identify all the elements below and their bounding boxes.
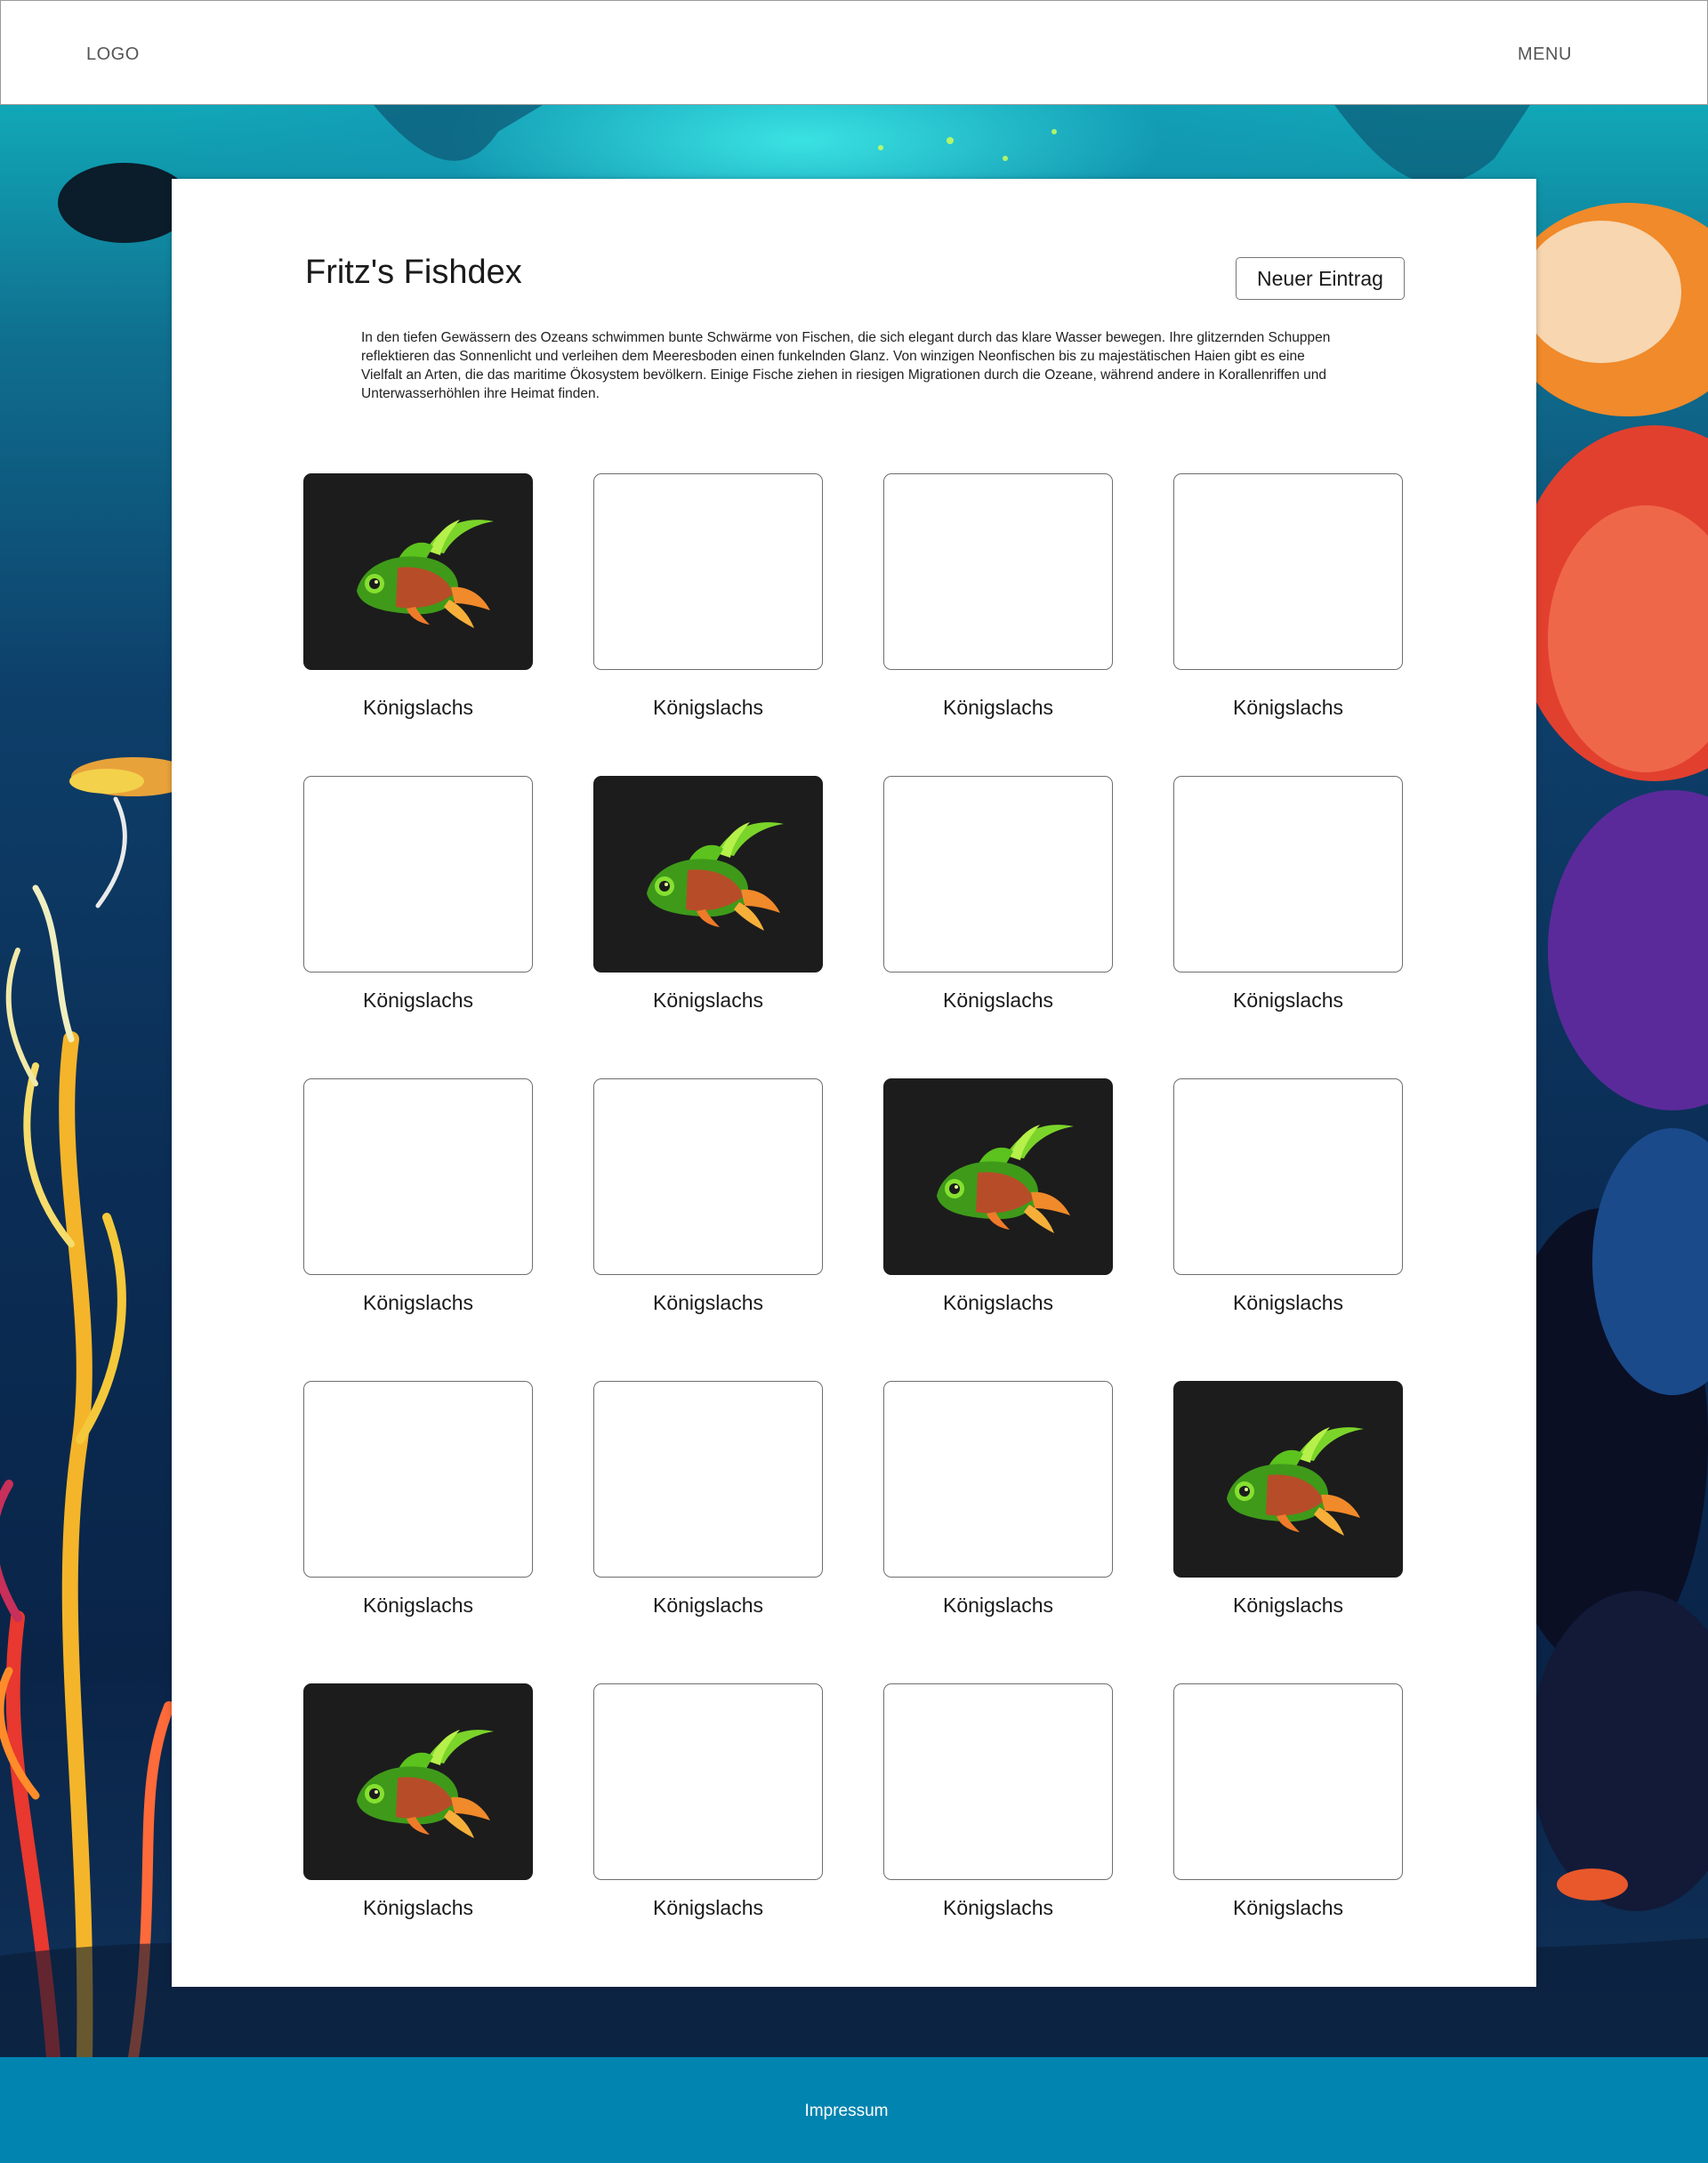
fish-tile-label[interactable]: Königslachs (883, 1896, 1113, 1920)
fish-tile-label[interactable]: Königslachs (303, 989, 533, 1013)
fish-tile-label[interactable]: Königslachs (593, 1291, 823, 1315)
fish-icon (647, 822, 784, 931)
fish-tile-label[interactable]: Königslachs (593, 696, 823, 720)
fish-tile-image[interactable] (303, 1683, 533, 1880)
impressum-link[interactable]: Impressum (0, 2102, 1693, 2121)
fish-tile-image[interactable] (593, 776, 823, 973)
fish-tile-label[interactable]: Königslachs (593, 1594, 823, 1618)
fish-tile-label[interactable]: Königslachs (303, 1594, 533, 1618)
fish-tile-image[interactable] (883, 1078, 1113, 1275)
fish-tile-empty[interactable] (883, 1381, 1113, 1578)
fish-tile-label[interactable]: Königslachs (883, 696, 1113, 720)
fish-icon (357, 1730, 494, 1838)
fishdex-card: Fritz's Fishdex Neuer Eintrag In den tie… (172, 179, 1536, 1987)
fish-tile-image[interactable] (303, 473, 533, 670)
menu-button[interactable]: MENU (1518, 44, 1572, 65)
fish-tile-label[interactable]: Königslachs (593, 989, 823, 1013)
fish-tile-empty[interactable] (593, 1683, 823, 1880)
fish-tile-image[interactable] (1173, 1381, 1403, 1578)
fish-tile-label[interactable]: Königslachs (1173, 989, 1403, 1013)
fish-tile-label[interactable]: Königslachs (883, 989, 1113, 1013)
footer: Impressum (0, 2057, 1708, 2163)
fish-tile-empty[interactable] (1173, 473, 1403, 670)
fish-tile-empty[interactable] (593, 473, 823, 670)
fish-tile-label[interactable]: Königslachs (303, 696, 533, 720)
fish-tile-label[interactable]: Königslachs (303, 1896, 533, 1920)
fish-tile-empty[interactable] (883, 1683, 1113, 1880)
fish-tile-empty[interactable] (1173, 1078, 1403, 1275)
fish-tile-label[interactable]: Königslachs (1173, 1896, 1403, 1920)
fish-tile-label[interactable]: Königslachs (883, 1291, 1113, 1315)
fish-tile-empty[interactable] (303, 776, 533, 973)
fish-tile-empty[interactable] (303, 1078, 533, 1275)
page-title: Fritz's Fishdex (305, 254, 522, 291)
fish-tile-label[interactable]: Königslachs (303, 1291, 533, 1315)
fish-tile-empty[interactable] (593, 1381, 823, 1578)
fish-tile-label[interactable]: Königslachs (883, 1594, 1113, 1618)
fish-icon (1227, 1427, 1364, 1536)
fish-tile-label[interactable]: Königslachs (593, 1896, 823, 1920)
fish-tile-empty[interactable] (303, 1381, 533, 1578)
fish-tile-label[interactable]: Königslachs (1173, 1291, 1403, 1315)
fish-tile-empty[interactable] (1173, 776, 1403, 973)
fish-tile-empty[interactable] (1173, 1683, 1403, 1880)
fish-icon (357, 520, 494, 628)
fish-tile-label[interactable]: Königslachs (1173, 696, 1403, 720)
fish-tile-label[interactable]: Königslachs (1173, 1594, 1403, 1618)
fish-tile-empty[interactable] (593, 1078, 823, 1275)
fish-tile-empty[interactable] (883, 473, 1113, 670)
intro-text: In den tiefen Gewässern des Ozeans schwi… (361, 330, 1331, 401)
new-entry-button[interactable]: Neuer Eintrag (1236, 257, 1405, 300)
fish-icon (937, 1125, 1074, 1233)
top-bar: LOGO MENU (0, 0, 1708, 105)
fish-tile-empty[interactable] (883, 776, 1113, 973)
logo[interactable]: LOGO (86, 44, 140, 65)
